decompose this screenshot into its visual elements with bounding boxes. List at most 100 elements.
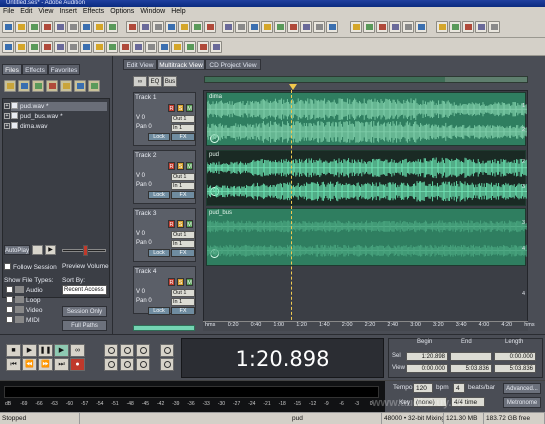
lock-button[interactable]: Lock [148,307,170,315]
toolbar2-button-6-icon[interactable] [67,41,79,53]
toolbar-button-34-icon[interactable] [462,21,474,33]
toolbar-button-6-icon[interactable] [67,21,79,33]
fx-button[interactable]: FX [171,133,195,141]
toolbar-button-35-icon[interactable] [475,21,487,33]
toolbar2-button-14-icon[interactable] [171,41,183,53]
menu-insert[interactable]: Insert [56,7,80,17]
toolbar-button-19-icon[interactable] [248,21,260,33]
output-select[interactable]: Out 1 [171,231,195,239]
type-loop-checkbox[interactable]: Loop [6,296,40,304]
lock-button[interactable]: Lock [148,191,170,199]
menu-edit[interactable]: Edit [17,7,35,17]
mute-button[interactable]: M [186,220,193,228]
session-only-button[interactable]: Session Only [62,306,107,317]
tab-effects[interactable]: Effects [22,64,48,75]
advanced-button[interactable]: Advanced... [503,383,541,394]
menu-effects[interactable]: Effects [80,7,107,17]
view-length-field[interactable]: 5:03.836 [494,364,536,373]
session-overview-bar[interactable] [204,76,528,83]
toolbar-button-27-icon[interactable] [363,21,375,33]
toolbar-button-17-icon[interactable] [222,21,234,33]
sel-begin-field[interactable]: 1:20.898 [406,352,448,361]
toolbar2-button-1-icon[interactable] [2,41,14,53]
tab-favorites[interactable]: Favorites [48,64,80,75]
clip-pud[interactable]: pud © [206,150,527,206]
toolbar-button-32-icon[interactable] [436,21,448,33]
preview-volume-slider[interactable] [62,245,106,256]
go-to-end-button[interactable]: ⏭ [54,358,69,371]
solo-button[interactable]: S [177,220,184,228]
toolbar2-button-7-icon[interactable] [80,41,92,53]
toolbar-button-8-icon[interactable] [93,21,105,33]
toolbar-button-4-icon[interactable] [41,21,53,33]
toolbar-button-14-icon[interactable] [178,21,190,33]
follow-session-checkbox[interactable]: Follow Session [4,263,57,271]
rewind-button[interactable]: ⏪ [22,358,37,371]
zoom-to-left-icon[interactable] [104,358,118,371]
fx-button[interactable]: FX [171,191,195,199]
input-select[interactable]: In 1 [171,182,195,190]
record-arm-button[interactable]: R [168,162,175,170]
type-audio-checkbox[interactable]: Audio [6,286,43,294]
toolbar2-button-4-icon[interactable] [41,41,53,53]
toolbar-button-16-icon[interactable] [204,21,216,33]
toolbar-button-1-icon[interactable] [2,21,14,33]
record-arm-button[interactable]: R [168,278,175,286]
output-select[interactable]: Out 1 [171,115,195,123]
record-arm-button[interactable]: R [168,104,175,112]
time-ruler[interactable]: hms 0:20 0:40 1:00 1:20 1:40 2:00 2:20 2:40 3:00 3… [203,321,535,331]
preview-play-button[interactable]: ▶ [45,245,56,255]
toolbar-button-21-icon[interactable] [274,21,286,33]
tab-cd-project-view[interactable]: CD Project View [205,59,261,70]
file-item-dima[interactable]: + dima.wav [4,122,47,131]
mute-button[interactable]: M [186,162,193,170]
toolbar-button-12-icon[interactable] [152,21,164,33]
toolbar2-button-5-icon[interactable] [54,41,66,53]
toolbar-button-11-icon[interactable] [139,21,151,33]
files-tool-1-icon[interactable] [4,80,16,92]
playhead-line[interactable] [291,90,292,330]
bus-button[interactable]: Bus [163,76,177,87]
solo-button[interactable]: S [177,104,184,112]
track-header-3[interactable]: Track 3 RSM V 0 Out 1 Pan 0 In 1 Lock FX [133,208,196,262]
file-item-pud[interactable]: + pud.wav * [4,102,107,111]
menu-file[interactable]: File [0,7,17,17]
tempo-field[interactable]: 120 [413,383,433,393]
autoplay-button[interactable]: AutoPlay [4,245,30,255]
play-button[interactable]: ▶ [22,344,37,357]
fx-button[interactable]: FX [171,307,195,315]
toolbar2-button-9-icon[interactable] [106,41,118,53]
fast-forward-button[interactable]: ⏩ [38,358,53,371]
toolbar2-button-2-icon[interactable] [15,41,27,53]
toolbar-button-26-icon[interactable] [350,21,362,33]
toolbar-button-15-icon[interactable] [191,21,203,33]
output-select[interactable]: Out 1 [171,173,195,181]
expand-icon[interactable]: + [4,113,10,119]
solo-button[interactable]: S [177,278,184,286]
toolbar-button-33-icon[interactable] [449,21,461,33]
zoom-out-horizontal-icon[interactable] [120,344,134,357]
lock-button[interactable]: Lock [148,249,170,257]
files-tool-5-icon[interactable] [60,80,72,92]
toolbar2-button-12-icon[interactable] [145,41,157,53]
zoom-to-right-icon[interactable] [120,358,134,371]
zoom-in-horizontal-icon[interactable] [104,344,118,357]
sel-length-field[interactable]: 0:00.000 [494,352,536,361]
toolbar-button-7-icon[interactable] [80,21,92,33]
toolbar2-button-3-icon[interactable] [28,41,40,53]
output-select[interactable]: Out 1 [171,289,195,297]
mute-button[interactable]: M [186,278,193,286]
type-midi-checkbox[interactable]: MIDI [6,316,40,324]
toolbar-button-22-icon[interactable] [287,21,299,33]
menu-window[interactable]: Window [137,7,168,17]
toolbar-button-23-icon[interactable] [300,21,312,33]
tab-multitrack-view[interactable]: Multitrack View [157,59,205,70]
clip-pud-bus[interactable]: pud_bus © [206,208,527,266]
record-button[interactable]: ● [70,358,85,371]
toolbar2-button-17-icon[interactable] [210,41,222,53]
eq-button[interactable]: EQ [148,76,162,87]
slider-thumb[interactable] [83,245,88,256]
tab-edit-view[interactable]: Edit View [123,59,157,70]
sel-end-field[interactable] [450,352,492,361]
menu-help[interactable]: Help [168,7,188,17]
